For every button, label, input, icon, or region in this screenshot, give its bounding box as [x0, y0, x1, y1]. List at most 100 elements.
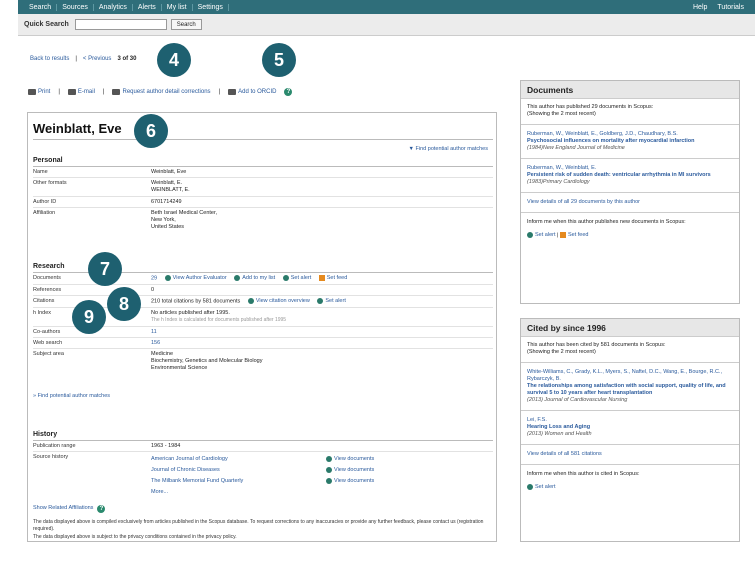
- request-corrections-action[interactable]: Request author detail corrections: [112, 89, 211, 95]
- rss-icon: [318, 275, 325, 281]
- view-documents-link[interactable]: View documents: [326, 454, 374, 465]
- view-author-evaluator-label: View Author Evaluator: [172, 275, 227, 282]
- document-source: (1983)Primary Cardiology: [527, 179, 590, 185]
- document-authors[interactable]: Ruberman, W., Weinblatt, E., Goldberg, J…: [527, 131, 678, 137]
- nav-tutorials[interactable]: Tutorials: [712, 4, 749, 11]
- author-id-row: Author ID 6701714249: [33, 199, 493, 205]
- email-action[interactable]: E-mail: [67, 89, 95, 95]
- quick-search-bar: Quick Search Search: [18, 14, 755, 36]
- personal-section-header: Personal: [33, 157, 63, 164]
- help-icon[interactable]: ?: [97, 505, 106, 513]
- name-row: Name Weinblatt, Eve: [33, 169, 493, 175]
- subject-item: Medicine: [151, 351, 174, 357]
- affiliation-line: United States: [151, 224, 185, 230]
- view-all-citations-link[interactable]: View details of all 581 citations: [527, 451, 733, 458]
- email-label: E-mail: [77, 89, 95, 95]
- document-authors[interactable]: Ruberman, W., Weinblatt, E.: [527, 165, 596, 171]
- document-source: (1984)New England Journal of Medicine: [527, 145, 625, 151]
- find-matches-top-link[interactable]: ▼ Find potential author matches: [409, 146, 488, 152]
- web-search-label: Web search: [33, 340, 63, 346]
- find-matches-link[interactable]: » Find potential author matches: [33, 393, 110, 399]
- document-icon: [326, 477, 332, 484]
- view-citation-overview-link[interactable]: View citation overview: [247, 298, 310, 304]
- document-title[interactable]: Psychosocial influences on mortality aft…: [527, 138, 695, 144]
- bell-icon: [527, 232, 533, 238]
- web-search-value[interactable]: 156: [151, 340, 493, 346]
- documents-set-alert-link[interactable]: Set alert: [527, 232, 555, 238]
- more-sources-link[interactable]: More...: [151, 487, 493, 498]
- set-alert-link[interactable]: Set alert: [282, 275, 311, 281]
- print-action[interactable]: Print: [28, 89, 50, 95]
- citing-item: Lei, F.S. Hearing Loss and Aging (2013) …: [527, 417, 733, 438]
- bell-icon: [317, 298, 324, 304]
- source-link[interactable]: The Milbank Memorial Fund Quarterly: [151, 476, 326, 487]
- source-link[interactable]: American Journal of Cardiology: [151, 454, 326, 465]
- nav-help[interactable]: Help: [688, 4, 712, 11]
- source-history-row: Source history American Journal of Cardi…: [33, 454, 493, 498]
- show-affiliations-link[interactable]: Show Related Affiliations: [33, 505, 93, 513]
- references-row: References 0: [33, 287, 493, 293]
- toolbar-separator: |: [102, 89, 105, 95]
- back-to-results-link[interactable]: Back to results: [30, 56, 69, 62]
- quick-search-input[interactable]: [74, 19, 167, 30]
- nav-search[interactable]: Search: [24, 3, 58, 11]
- subject-area-row: Subject area Medicine Biochemistry, Gene…: [33, 351, 493, 372]
- chart-icon: [247, 298, 254, 304]
- citations-row: Citations 210 total citations by 581 doc…: [33, 298, 493, 304]
- quick-search-button[interactable]: Search: [170, 19, 202, 30]
- add-orcid-action[interactable]: Add to ORCID: [228, 89, 276, 95]
- coauthors-row: Co-authors 11: [33, 329, 493, 335]
- citing-item: White-Williams, C., Grady, K.L., Myers, …: [527, 369, 733, 404]
- cited-intro: This author has been cited by 581 docume…: [527, 342, 733, 356]
- divider: [521, 158, 739, 159]
- view-documents-link[interactable]: View documents: [326, 465, 374, 476]
- citation-set-alert-label: Set alert: [325, 298, 346, 305]
- references-value: 0: [151, 287, 155, 293]
- source-link[interactable]: Journal of Chronic Diseases: [151, 465, 326, 476]
- citing-title[interactable]: The relationships among satisfaction wit…: [527, 383, 726, 396]
- nav-settings[interactable]: Settings: [193, 3, 229, 11]
- documents-count[interactable]: 29: [151, 275, 157, 281]
- cited-set-alert-link[interactable]: Set alert: [527, 484, 555, 490]
- view-all-documents-link[interactable]: View details of all 29 documents by this…: [527, 199, 733, 206]
- previous-link[interactable]: < Previous: [83, 56, 112, 62]
- citing-authors[interactable]: White-Williams, C., Grady, K.L., Myers, …: [527, 369, 722, 382]
- other-format: WEINBLATT, E.: [151, 187, 190, 193]
- citing-source: (2013) Women and Health: [527, 431, 592, 437]
- divider: [521, 192, 739, 193]
- email-icon: [67, 89, 76, 95]
- print-label: Print: [38, 89, 51, 95]
- affiliation-value: Beth Israel Medical Center, New York, Un…: [151, 210, 493, 231]
- research-section-header: Research: [33, 263, 65, 270]
- help-icon[interactable]: ?: [284, 88, 293, 96]
- row-divider: [33, 177, 493, 178]
- nav-sources[interactable]: Sources: [57, 3, 94, 11]
- web-search-row: Web search 156: [33, 340, 493, 346]
- nav-my-list[interactable]: My list: [162, 3, 193, 11]
- print-icon: [28, 89, 36, 95]
- hindex-note: The h Index is calculated for documents …: [151, 317, 287, 323]
- publication-range-value: 1963 - 1984: [151, 443, 181, 449]
- citations-text: 210 total citations by 581 documents: [151, 298, 241, 305]
- document-icon: [326, 466, 332, 473]
- documents-set-feed-link[interactable]: Set feed: [559, 232, 588, 238]
- view-documents-link[interactable]: View documents: [326, 476, 374, 487]
- add-to-list-link[interactable]: Add to my list: [234, 275, 275, 281]
- coauthors-value[interactable]: 11: [151, 329, 493, 335]
- citation-set-alert-link[interactable]: Set alert: [317, 298, 346, 305]
- toolbar-separator: |: [218, 89, 221, 95]
- citing-title[interactable]: Hearing Loss and Aging: [527, 424, 590, 430]
- breadcrumb-separator: |: [75, 56, 77, 62]
- nav-alerts[interactable]: Alerts: [133, 3, 162, 11]
- document-title[interactable]: Persistent risk of sudden death: ventric…: [527, 172, 711, 178]
- citing-authors[interactable]: Lei, F.S.: [527, 417, 547, 423]
- subject-item: Biochemistry, Genetics and Molecular Bio…: [151, 358, 263, 364]
- author-id-value: 6701714249: [151, 199, 182, 205]
- cited-by-panel: Cited by since 1996 This author has been…: [520, 318, 740, 542]
- set-feed-link[interactable]: Set feed: [318, 275, 347, 281]
- other-formats-row: Other formats Weinblatt, E. WEINBLATT, E…: [33, 180, 493, 194]
- row-divider: [33, 295, 493, 296]
- nav-analytics[interactable]: Analytics: [94, 3, 133, 11]
- view-author-evaluator-link[interactable]: View Author Evaluator: [164, 275, 227, 282]
- rss-icon: [559, 232, 566, 238]
